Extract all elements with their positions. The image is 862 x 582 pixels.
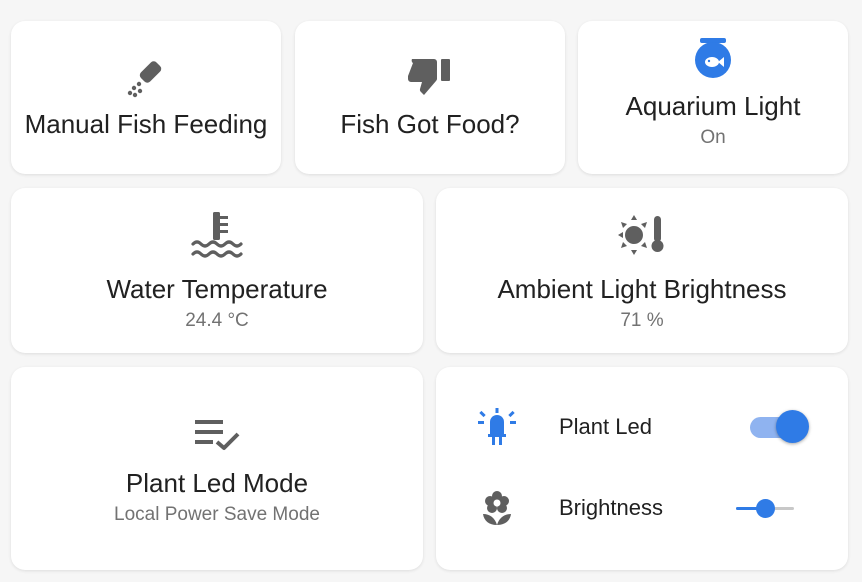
card-title: Water Temperature xyxy=(106,273,328,304)
aquarium-light-button[interactable]: Aquarium Light On xyxy=(578,21,848,174)
plant-led-toggle[interactable] xyxy=(750,407,812,447)
brightness-row: Brightness xyxy=(436,488,848,528)
water-temperature-card[interactable]: Water Temperature 24.4 °C xyxy=(11,188,423,353)
flower-icon xyxy=(478,489,516,527)
plant-led-row: Plant Led xyxy=(436,407,848,447)
card-title: Fish Got Food? xyxy=(340,108,520,139)
format-list-checks-icon xyxy=(193,411,241,457)
card-title: Manual Fish Feeding xyxy=(24,108,268,139)
plant-led-mode-card[interactable]: Plant Led Mode Local Power Save Mode xyxy=(11,367,423,570)
brightness-slider[interactable] xyxy=(736,493,794,523)
toggle-thumb xyxy=(776,410,809,443)
card-title: Ambient Light Brightness xyxy=(497,273,787,304)
card-state: 24.4 °C xyxy=(185,309,249,331)
brightness-label: Brightness xyxy=(559,495,663,520)
ambient-light-brightness-card[interactable]: Ambient Light Brightness 71 % xyxy=(436,188,848,353)
fishbowl-icon xyxy=(691,36,735,80)
fish-got-food-button[interactable]: Fish Got Food? xyxy=(295,21,565,174)
card-state: Local Power Save Mode xyxy=(114,503,320,525)
led-on-icon xyxy=(478,408,516,446)
card-state: On xyxy=(700,127,726,148)
water-thermometer-icon xyxy=(190,209,244,261)
shaker-icon xyxy=(125,56,167,100)
slider-knob[interactable] xyxy=(756,499,775,518)
manual-fish-feeding-button[interactable]: Manual Fish Feeding xyxy=(11,21,281,174)
card-title: Plant Led Mode xyxy=(125,467,309,498)
card-title: Aquarium Light xyxy=(625,91,801,121)
plant-led-entities-card: Plant Led Brightness xyxy=(436,367,848,570)
plant-led-label: Plant Led xyxy=(559,414,652,439)
card-state: 71 % xyxy=(620,309,664,331)
sun-thermometer-icon xyxy=(617,209,667,261)
thumb-down-icon xyxy=(406,56,454,100)
